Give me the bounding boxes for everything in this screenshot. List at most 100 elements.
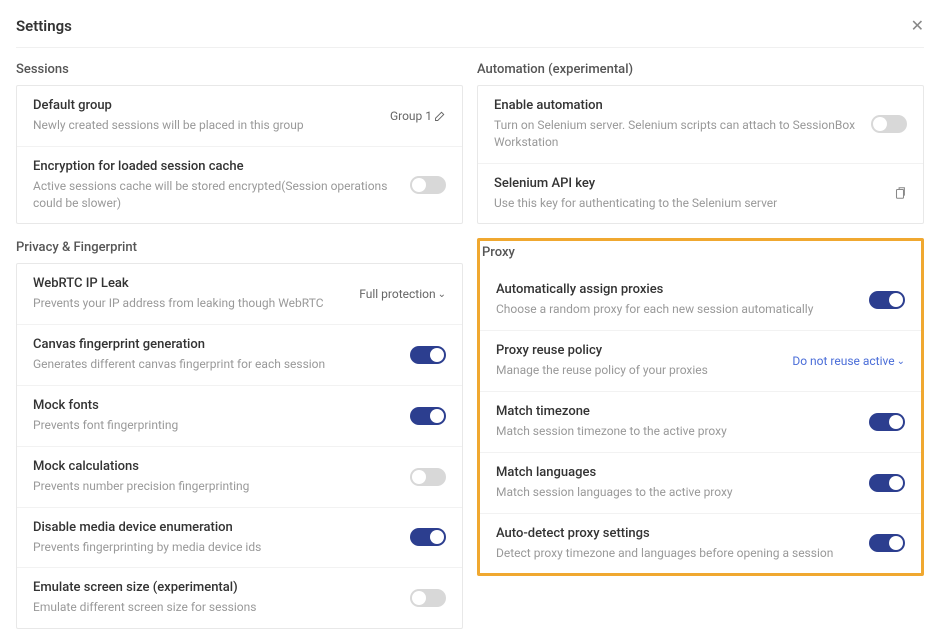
row-text: Match languages Match session languages … [496,465,857,501]
detect-row: Auto-detect proxy settings Detect proxy … [480,514,921,574]
fonts-desc: Prevents font fingerprinting [33,417,398,434]
row-ctrl [871,115,907,133]
calc-toggle[interactable] [410,468,446,486]
proxy-highlight: Proxy Automatically assign proxies Choos… [477,238,924,576]
media-title: Disable media device enumeration [33,520,398,535]
canvas-row: Canvas fingerprint generation Generates … [17,325,462,386]
row-text: Automatically assign proxies Choose a ra… [496,282,857,318]
screen-title: Emulate screen size (experimental) [33,580,398,595]
settings-dialog: Settings ✕ Sessions Default group Newly … [0,0,940,639]
calc-desc: Prevents number precision fingerprinting [33,478,398,495]
row-ctrl [869,291,905,309]
webrtc-row: WebRTC IP Leak Prevents your IP address … [17,264,462,325]
webrtc-dropdown[interactable]: Full protection ⌄ [359,287,446,301]
row-text: Mock fonts Prevents font fingerprinting [33,398,398,434]
sessions-card: Default group Newly created sessions wil… [16,85,463,224]
chevron-down-icon: ⌄ [438,289,446,300]
row-text: Selenium API key Use this key for authen… [494,176,881,212]
reuse-value: Do not reuse active [792,354,894,368]
webrtc-value: Full protection [359,287,435,301]
automation-section-title: Automation (experimental) [477,60,924,79]
auto-assign-toggle[interactable] [869,291,905,309]
fonts-toggle[interactable] [410,407,446,425]
row-ctrl [410,407,446,425]
lang-desc: Match session languages to the active pr… [496,484,857,501]
canvas-toggle[interactable] [410,346,446,364]
tz-toggle[interactable] [869,413,905,431]
media-toggle[interactable] [410,528,446,546]
row-ctrl [869,534,905,552]
screen-desc: Emulate different screen size for sessio… [33,599,398,616]
row-text: Match timezone Match session timezone to… [496,404,857,440]
canvas-desc: Generates different canvas fingerprint f… [33,356,398,373]
default-group-row: Default group Newly created sessions wil… [17,86,462,147]
fonts-title: Mock fonts [33,398,398,413]
screen-toggle[interactable] [410,589,446,607]
automation-card: Enable automation Turn on Selenium serve… [477,85,924,224]
detect-desc: Detect proxy timezone and languages befo… [496,545,857,562]
webrtc-title: WebRTC IP Leak [33,276,347,291]
reuse-title: Proxy reuse policy [496,343,780,358]
enable-automation-row: Enable automation Turn on Selenium serve… [478,86,923,164]
enable-automation-toggle[interactable] [871,115,907,133]
edit-icon [434,110,446,122]
privacy-card: WebRTC IP Leak Prevents your IP address … [16,263,463,629]
calc-row: Mock calculations Prevents number precis… [17,447,462,508]
reuse-desc: Manage the reuse policy of your proxies [496,362,780,379]
screen-row: Emulate screen size (experimental) Emula… [17,568,462,628]
row-ctrl [410,468,446,486]
row-ctrl [869,413,905,431]
row-text: Enable automation Turn on Selenium serve… [494,98,859,151]
lang-row: Match languages Match session languages … [480,453,921,514]
encryption-toggle[interactable] [410,176,446,194]
canvas-title: Canvas fingerprint generation [33,337,398,352]
row-text: Mock calculations Prevents number precis… [33,459,398,495]
right-column: Automation (experimental) Enable automat… [477,60,924,643]
encryption-desc: Active sessions cache will be stored enc… [33,178,398,212]
tz-desc: Match session timezone to the active pro… [496,423,857,440]
row-text: Encryption for loaded session cache Acti… [33,159,398,212]
row-text: WebRTC IP Leak Prevents your IP address … [33,276,347,312]
reuse-dropdown[interactable]: Do not reuse active ⌄ [792,354,905,368]
apikey-row: Selenium API key Use this key for authen… [478,164,923,224]
encryption-row: Encryption for loaded session cache Acti… [17,147,462,224]
enable-automation-title: Enable automation [494,98,859,113]
row-ctrl [869,474,905,492]
reuse-row: Proxy reuse policy Manage the reuse poli… [480,331,921,392]
default-group-value[interactable]: Group 1 [390,109,446,123]
row-text: Disable media device enumeration Prevent… [33,520,398,556]
calc-title: Mock calculations [33,459,398,474]
sessions-section-title: Sessions [16,60,463,79]
detect-title: Auto-detect proxy settings [496,526,857,541]
tz-title: Match timezone [496,404,857,419]
lang-toggle[interactable] [869,474,905,492]
media-desc: Prevents fingerprinting by media device … [33,539,398,556]
tz-row: Match timezone Match session timezone to… [480,392,921,453]
dialog-header: Settings ✕ [16,16,924,48]
fonts-row: Mock fonts Prevents font fingerprinting [17,386,462,447]
row-text: Canvas fingerprint generation Generates … [33,337,398,373]
proxy-card: Automatically assign proxies Choose a ra… [480,270,921,573]
row-ctrl [410,528,446,546]
apikey-title: Selenium API key [494,176,881,191]
chevron-down-icon: ⌄ [897,356,905,367]
enable-automation-desc: Turn on Selenium server. Selenium script… [494,117,859,151]
default-group-value-text: Group 1 [390,109,432,123]
left-column: Sessions Default group Newly created ses… [16,60,463,643]
proxy-section-title: Proxy [480,241,921,264]
close-icon[interactable]: ✕ [911,16,924,35]
row-ctrl [410,346,446,364]
media-row: Disable media device enumeration Prevent… [17,508,462,569]
detect-toggle[interactable] [869,534,905,552]
apikey-desc: Use this key for authenticating to the S… [494,195,881,212]
auto-assign-title: Automatically assign proxies [496,282,857,297]
row-text: Emulate screen size (experimental) Emula… [33,580,398,616]
page-title: Settings [16,17,72,35]
default-group-title: Default group [33,98,378,113]
row-text: Auto-detect proxy settings Detect proxy … [496,526,857,562]
row-ctrl [410,176,446,194]
privacy-section-title: Privacy & Fingerprint [16,238,463,257]
row-text: Proxy reuse policy Manage the reuse poli… [496,343,780,379]
default-group-desc: Newly created sessions will be placed in… [33,117,378,134]
copy-apikey-button[interactable] [893,186,907,200]
